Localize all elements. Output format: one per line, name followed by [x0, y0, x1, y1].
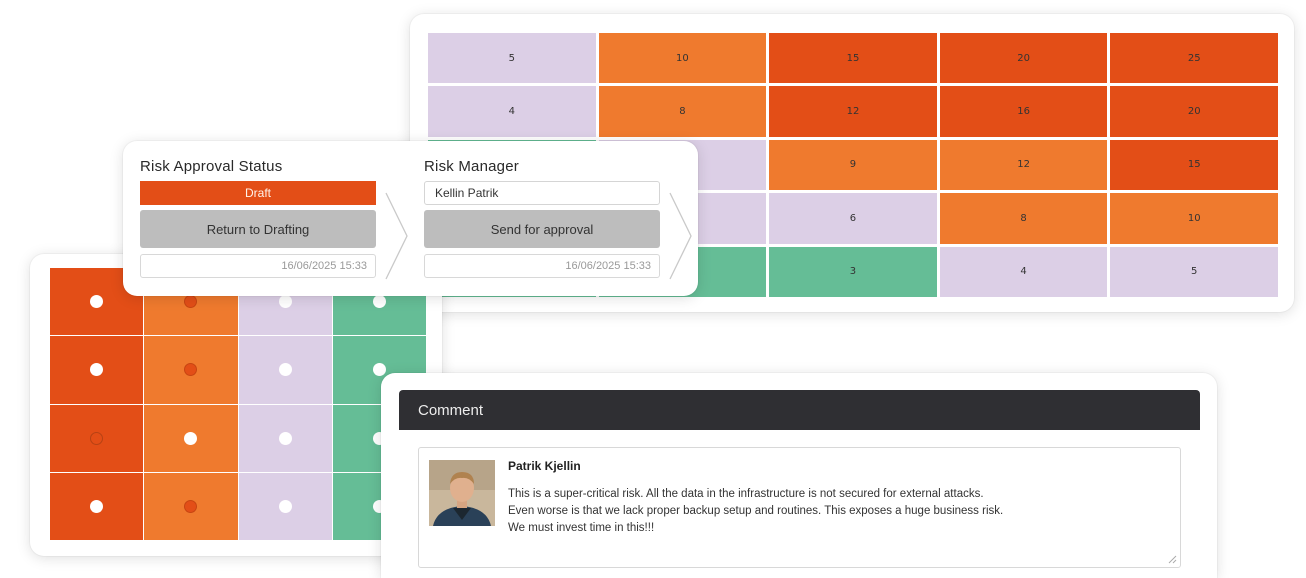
risk-dot-icon [372, 363, 386, 377]
risk-dot-icon [184, 431, 198, 445]
risk-dot-grid [50, 268, 426, 540]
risk-dot-icon [372, 295, 386, 309]
matrix-cell[interactable]: 5 [428, 33, 596, 84]
chevron-right-icon [385, 192, 408, 280]
dot-grid-cell[interactable] [238, 336, 332, 404]
matrix-cell[interactable]: 8 [598, 86, 767, 137]
dot-grid-cell[interactable] [144, 404, 238, 472]
risk-dot-icon [90, 295, 104, 309]
matrix-cell[interactable]: 3 [769, 246, 937, 297]
matrix-cell[interactable]: 15 [1110, 139, 1278, 191]
matrix-cell[interactable]: 4 [939, 246, 1108, 297]
matrix-cell[interactable]: 4 [428, 86, 596, 137]
risk-dot-icon [278, 363, 292, 377]
comment-author: Patrik Kjellin [508, 459, 581, 473]
risk-dot-icon [90, 499, 104, 513]
dot-grid-cell[interactable] [238, 404, 332, 472]
comment-header: Comment [399, 390, 1200, 430]
approval-workflow-card: Risk Approval Status Draft Return to Dra… [123, 141, 698, 296]
comment-text: This is a super-critical risk. All the d… [508, 486, 1168, 537]
matrix-cell[interactable]: 16 [939, 86, 1108, 137]
comment-line: We must invest time in this!!! [508, 522, 655, 534]
matrix-cell[interactable]: 20 [1110, 86, 1278, 137]
dot-grid-cell[interactable] [144, 472, 238, 540]
dot-grid-cell[interactable] [238, 472, 332, 540]
risk-dot-icon [90, 363, 104, 377]
matrix-cell[interactable]: 5 [1110, 246, 1278, 297]
dot-grid-cell[interactable] [50, 472, 144, 540]
manager-date-field: 16/06/2025 15:33 [424, 254, 660, 278]
dot-grid-cell[interactable] [144, 336, 238, 404]
approval-status-title: Risk Approval Status [140, 158, 283, 175]
risk-dot-icon [90, 431, 104, 445]
dot-grid-cell[interactable] [50, 336, 144, 404]
matrix-cell[interactable]: 10 [598, 33, 767, 84]
return-to-drafting-button[interactable]: Return to Drafting [140, 210, 376, 248]
risk-manager-title: Risk Manager [424, 158, 519, 175]
matrix-cell[interactable]: 9 [769, 139, 937, 191]
risk-manager-field[interactable]: Kellin Patrik [424, 181, 660, 205]
comment-line: This is a super-critical risk. All the d… [508, 488, 984, 500]
resize-handle-icon[interactable] [1167, 554, 1177, 564]
status-date-field: 16/06/2025 15:33 [140, 254, 376, 278]
comment-card: Comment Patrik Kjellin This is a super-c… [381, 373, 1217, 578]
comment-textarea[interactable]: Patrik Kjellin This is a super-critical … [418, 447, 1181, 568]
avatar [429, 460, 495, 526]
risk-dot-icon [184, 295, 198, 309]
risk-dot-icon [278, 431, 292, 445]
matrix-cell[interactable]: 12 [939, 139, 1108, 191]
risk-dot-icon [184, 499, 198, 513]
matrix-cell[interactable]: 10 [1110, 193, 1278, 244]
matrix-cell[interactable]: 25 [1110, 33, 1278, 84]
risk-dot-icon [184, 363, 198, 377]
matrix-cell[interactable]: 12 [769, 86, 937, 137]
send-for-approval-button[interactable]: Send for approval [424, 210, 660, 248]
risk-dot-icon [278, 499, 292, 513]
matrix-cell[interactable]: 20 [939, 33, 1108, 84]
risk-manager-step: Risk Manager Kellin Patrik Send for appr… [424, 158, 660, 278]
risk-dot-icon [278, 295, 292, 309]
matrix-cell[interactable]: 8 [939, 193, 1108, 244]
dot-grid-cell[interactable] [50, 404, 144, 472]
matrix-cell[interactable]: 15 [769, 33, 937, 84]
matrix-cell[interactable]: 6 [769, 193, 937, 244]
approval-status-step: Risk Approval Status Draft Return to Dra… [140, 158, 376, 278]
chevron-right-icon [669, 192, 692, 280]
comment-line: Even worse is that we lack proper backup… [508, 505, 1004, 517]
status-badge: Draft [140, 181, 376, 205]
